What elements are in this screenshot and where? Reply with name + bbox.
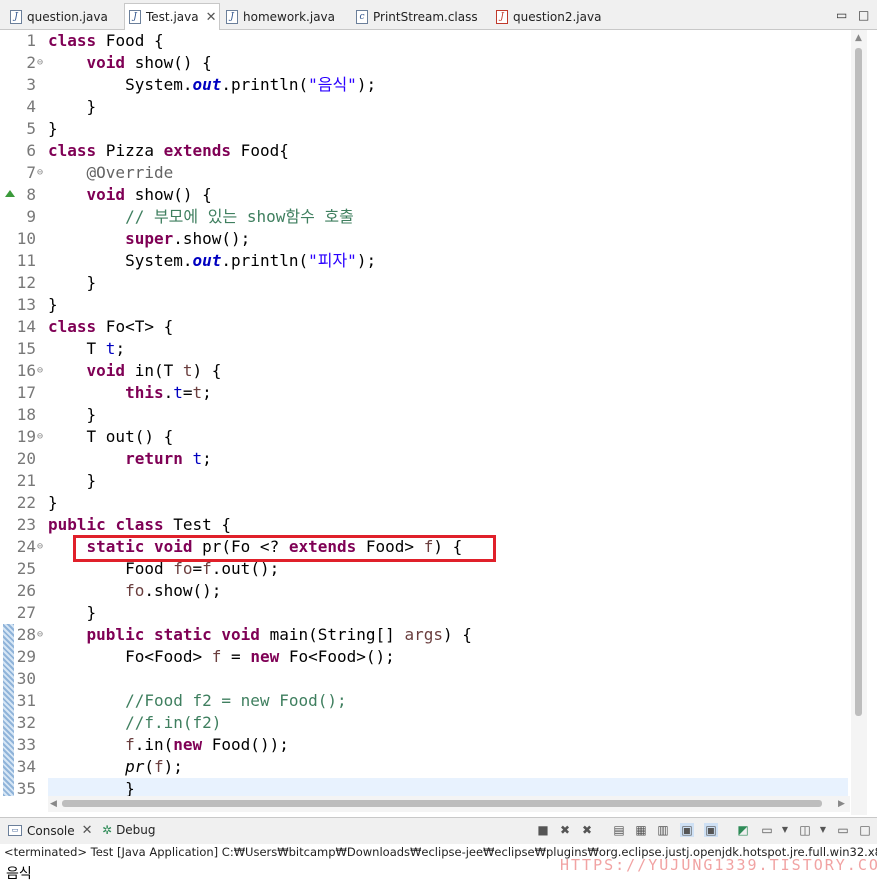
tab-label: homework.java: [243, 9, 336, 24]
line-number: 28: [16, 625, 36, 644]
line-number: 15: [16, 339, 36, 358]
line-number: 21: [16, 471, 36, 490]
tab-question2-java[interactable]: J question2.java: [496, 4, 601, 29]
chevron-down-icon[interactable]: ▼: [778, 823, 792, 837]
fold-collapse-icon[interactable]: ⊖: [37, 52, 43, 74]
line-number: 10: [16, 229, 36, 248]
editor-tab-bar: J question.java J Test.java ✕ J homework…: [0, 0, 877, 30]
line-number: 20: [16, 449, 36, 468]
word-wrap-icon[interactable]: ▥: [656, 823, 670, 837]
remove-launch-icon[interactable]: ✖: [558, 823, 572, 837]
horizontal-scrollbar[interactable]: ◀ ▶: [48, 796, 850, 812]
line-number: 24: [16, 537, 36, 556]
fold-collapse-icon[interactable]: ⊖: [37, 426, 43, 448]
line-number: 2: [26, 53, 36, 72]
line-number: 7: [26, 163, 36, 182]
vertical-scrollbar[interactable]: ▲: [851, 30, 867, 815]
line-number: 27: [16, 603, 36, 622]
java-file-error-icon: J: [496, 9, 508, 24]
line-number: 31: [16, 691, 36, 710]
line-number: 16: [16, 361, 36, 380]
line-number: 6: [26, 141, 36, 160]
maximize-button[interactable]: □: [858, 8, 869, 22]
line-number: 19: [16, 427, 36, 446]
code-editor[interactable]: 1 class Food { 2 ⊖ void show() { 3 System.…: [0, 30, 877, 815]
tab-debug[interactable]: ✲ Debug: [102, 823, 156, 837]
line-number: 13: [16, 295, 36, 314]
line-number: 3: [26, 75, 36, 94]
scroll-up-icon[interactable]: ▲: [855, 33, 862, 43]
pin-console-icon[interactable]: ◩: [736, 823, 750, 837]
minimize-button[interactable]: ▭: [836, 8, 847, 22]
scroll-lock-icon[interactable]: ▦: [634, 823, 648, 837]
java-file-icon: J: [226, 9, 238, 24]
line-number: 34: [16, 757, 36, 776]
watermark-text: HTTPS://YUJUNG1339.TISTORY.COM/: [560, 856, 877, 874]
display-console-icon[interactable]: ▭: [760, 823, 774, 837]
line-number: 1: [26, 31, 36, 50]
tab-question-java[interactable]: J question.java: [10, 4, 108, 29]
line-number: 17: [16, 383, 36, 402]
tab-console[interactable]: ▭ Console ✕: [8, 823, 93, 838]
tab-label: Debug: [116, 823, 156, 837]
line-number: 23: [16, 515, 36, 534]
line-number: 5: [26, 119, 36, 138]
line-number: 4: [26, 97, 36, 116]
remove-all-terminated-icon[interactable]: ✖: [580, 823, 594, 837]
tab-label: question2.java: [513, 9, 602, 24]
chevron-down-icon[interactable]: ▼: [816, 823, 830, 837]
fold-collapse-icon[interactable]: ⊖: [37, 162, 43, 184]
minimize-button[interactable]: ▭: [836, 823, 850, 837]
tab-label: Console: [27, 823, 75, 838]
line-number: 22: [16, 493, 36, 512]
open-console-icon[interactable]: ◫: [798, 823, 812, 837]
scroll-right-icon[interactable]: ▶: [838, 799, 845, 809]
java-file-icon: J: [10, 9, 22, 24]
tab-label: PrintStream.class: [373, 9, 478, 24]
line-number: 35: [16, 779, 36, 798]
close-icon[interactable]: ✕: [82, 823, 93, 838]
line-number: 33: [16, 735, 36, 754]
debug-bug-icon: ✲: [102, 823, 113, 837]
line-number: 12: [16, 273, 36, 292]
vertical-scroll-thumb[interactable]: [855, 48, 862, 716]
horizontal-scroll-thumb[interactable]: [62, 800, 822, 807]
line-number: 11: [16, 251, 36, 270]
line-number: 8: [26, 185, 36, 204]
fold-collapse-icon[interactable]: ⊖: [37, 536, 43, 558]
console-icon: ▭: [8, 825, 22, 836]
close-icon[interactable]: ✕: [206, 10, 217, 25]
line-number: 14: [16, 317, 36, 336]
show-console-stdout-icon[interactable]: ▣: [680, 823, 694, 837]
clear-console-icon[interactable]: ▤: [612, 823, 626, 837]
line-number: 18: [16, 405, 36, 424]
scroll-left-icon[interactable]: ◀: [50, 799, 57, 809]
fold-collapse-icon[interactable]: ⊖: [37, 360, 43, 382]
line-number: 29: [16, 647, 36, 666]
class-file-icon: c: [356, 9, 368, 24]
tab-test-java[interactable]: J Test.java ✕: [124, 3, 220, 30]
java-file-icon: J: [129, 10, 141, 24]
maximize-button[interactable]: □: [858, 823, 872, 837]
line-number: 9: [26, 207, 36, 226]
tab-label: question.java: [27, 9, 108, 24]
red-highlight-box: [73, 535, 496, 562]
line-number: 32: [16, 713, 36, 732]
tab-homework-java[interactable]: J homework.java: [226, 4, 335, 29]
line-number: 26: [16, 581, 36, 600]
fold-collapse-icon[interactable]: ⊖: [37, 624, 43, 646]
tab-printstream-class[interactable]: c PrintStream.class: [356, 4, 478, 29]
show-console-stderr-icon[interactable]: ▣: [704, 823, 718, 837]
terminate-icon[interactable]: ■: [536, 823, 550, 837]
line-number: 30: [16, 669, 36, 688]
console-tab-bar: ▭ Console ✕ ✲ Debug ■ ✖ ✖ ▤ ▦ ▥ ▣ ▣ ◩ ▭ …: [0, 817, 877, 844]
console-output: 음식: [6, 866, 32, 882]
line-number: 25: [16, 559, 36, 578]
tab-label: Test.java: [146, 10, 199, 24]
